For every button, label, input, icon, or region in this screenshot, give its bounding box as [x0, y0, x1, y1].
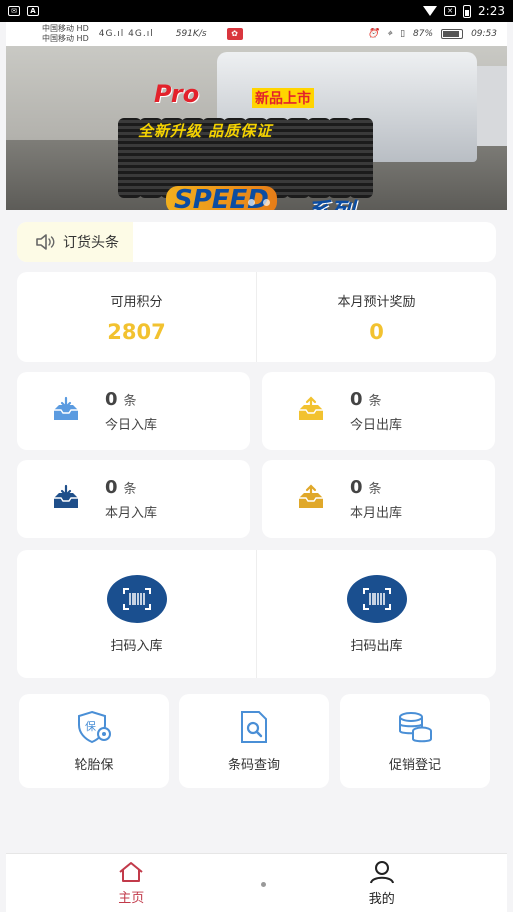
system-time: 2:23 [478, 4, 505, 18]
banner-logo: SPEED [166, 186, 277, 210]
banner-badge: 新品上市 [252, 88, 314, 108]
huawei-icon: ✿ [226, 28, 243, 40]
available-points-label: 可用积分 [110, 294, 163, 310]
stat-month-in[interactable]: 0条 本月入库 [17, 460, 250, 538]
monthly-reward-label: 本月预计奖励 [337, 294, 416, 310]
tire-insurance-label: 轮胎保 [74, 757, 114, 773]
home-icon [119, 861, 143, 882]
battery-percent: 87% [413, 29, 434, 39]
nav-mine[interactable]: 我的 [257, 854, 508, 912]
stat-today-out[interactable]: 0条 今日出库 [262, 372, 495, 450]
scan-in-label: 扫码入库 [110, 638, 163, 654]
carousel-dots [248, 199, 270, 206]
user-icon [369, 860, 394, 883]
signal-icon: 4G.ıl 4G.ıl [98, 29, 154, 39]
available-points[interactable]: 可用积分 2807 [17, 272, 256, 362]
speaker-icon [36, 234, 55, 250]
available-points-value: 2807 [107, 319, 166, 344]
news-label: 订货头条 [63, 235, 119, 251]
inbox-in-icon [54, 396, 78, 420]
shield-gear-icon: 保 [78, 710, 111, 743]
battery-icon [463, 4, 472, 18]
banner-brand: Pro [154, 80, 200, 108]
barcode-query-button[interactable]: 条码查询 [179, 694, 329, 788]
barcode-query-label: 条码查询 [227, 757, 280, 773]
carrier-1: 中国移动 [42, 24, 74, 33]
svg-text:保: 保 [85, 719, 96, 733]
no-sim-icon: ✕ [444, 6, 457, 16]
system-status-bar: ✉ A ✕ 2:23 [0, 0, 513, 22]
inbox-out-icon [299, 396, 323, 420]
monthly-reward-value: 0 [369, 319, 384, 344]
banner-series: 系列 [306, 192, 354, 210]
month-out-label: 本月出库 [350, 506, 403, 521]
promo-register-label: 促销登记 [388, 757, 441, 773]
tire-insurance-button[interactable]: 保 轮胎保 [19, 694, 169, 788]
location-icon: ⌖ [387, 29, 393, 39]
nav-home-label: 主页 [118, 890, 145, 906]
vibrate-icon: ▯ [400, 29, 406, 39]
month-in-count: 0 [105, 477, 118, 498]
nav-home[interactable]: 主页 [6, 854, 257, 912]
carrier-2: 中国移动 [42, 34, 74, 43]
barcode-scan-icon [122, 587, 151, 610]
alarm-icon: ⏰ [367, 29, 380, 39]
scan-card: 扫码入库 扫码出库 [17, 550, 496, 678]
scan-out-label: 扫码出库 [350, 638, 403, 654]
inbox-in-icon [54, 484, 78, 508]
mail-icon: ✉ [8, 6, 20, 16]
news-tag: 订货头条 [17, 222, 133, 262]
nav-mine-label: 我的 [368, 891, 395, 907]
carousel-dot[interactable] [248, 199, 255, 206]
stat-today-in[interactable]: 0条 今日入库 [17, 372, 250, 450]
promo-banner[interactable]: Pro 新品上市 全新升级 品质保证 SPEED 系列 [6, 46, 507, 210]
monthly-reward[interactable]: 本月预计奖励 0 [256, 272, 496, 362]
app-notification-icon: A [27, 6, 39, 16]
banner-slogan: 全新升级 品质保证 [138, 122, 273, 140]
today-out-label: 今日出库 [350, 418, 403, 433]
wifi-icon [423, 6, 438, 16]
nav-divider-dot [261, 882, 266, 887]
scan-out-button[interactable]: 扫码出库 [256, 550, 496, 678]
carrier-list: 中国移动 HD 中国移动 HD [42, 24, 89, 43]
phone-time: 09:53 [471, 29, 497, 39]
today-in-count: 0 [105, 389, 118, 410]
today-out-count: 0 [350, 389, 363, 410]
scan-in-circle [106, 574, 167, 623]
scan-in-button[interactable]: 扫码入库 [17, 550, 256, 678]
promo-register-button[interactable]: 促销登记 [340, 694, 490, 788]
battery-icon [441, 29, 464, 39]
month-out-count: 0 [350, 477, 363, 498]
today-in-label: 今日入库 [105, 418, 158, 433]
inbox-out-icon [299, 484, 323, 508]
stat-month-out[interactable]: 0条 本月出库 [262, 460, 495, 538]
phone-status-bar: 中国移动 HD 中国移动 HD 4G.ıl 4G.ıl 591K/s ✿ ⏰ ⌖… [6, 22, 507, 46]
barcode-scan-icon [362, 587, 391, 610]
points-card: 可用积分 2807 本月预计奖励 0 [17, 272, 496, 362]
carousel-dot[interactable] [263, 199, 270, 206]
bottom-nav: 主页 我的 [6, 853, 507, 912]
coins-icon [399, 711, 432, 742]
news-bar[interactable]: 订货头条 [17, 222, 496, 262]
month-in-label: 本月入库 [105, 506, 158, 521]
network-speed: 591K/s [175, 29, 207, 39]
document-search-icon [241, 710, 267, 743]
scan-out-circle [346, 574, 407, 623]
